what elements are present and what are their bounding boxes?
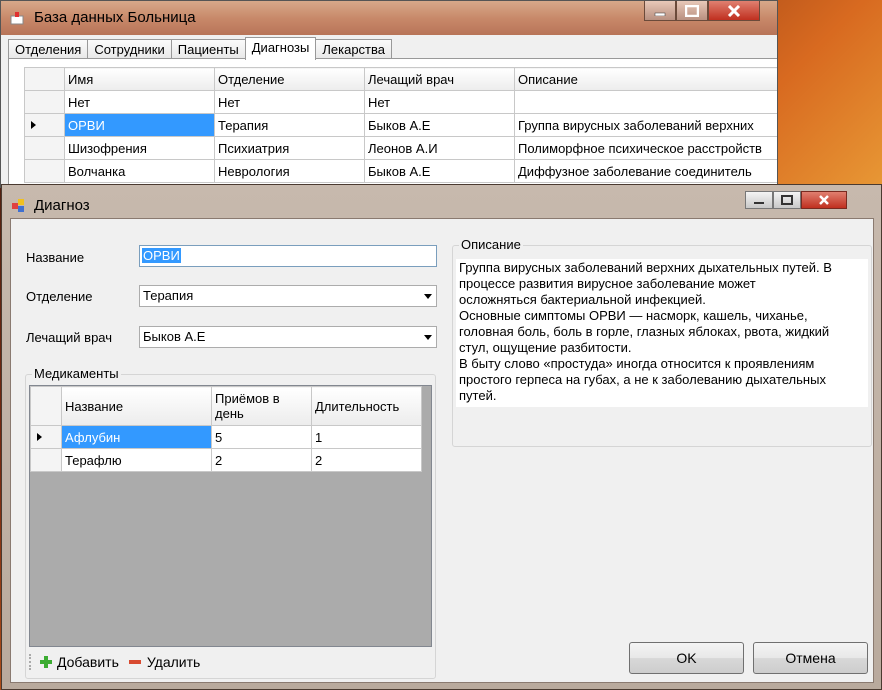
row-header[interactable] <box>30 425 62 449</box>
column-header-duration[interactable]: Длительность <box>311 386 422 426</box>
name-input-value: ОРВИ <box>142 248 181 263</box>
close-icon <box>819 195 829 205</box>
column-header-med-name[interactable]: Название <box>61 386 212 426</box>
app-icon <box>10 12 24 25</box>
cell-doses-per-day[interactable]: 2 <box>211 448 312 472</box>
cell-duration[interactable]: 2 <box>311 448 422 472</box>
tab-patients[interactable]: Пациенты <box>170 39 246 60</box>
main-window: База данных Больница Отделения Сотрудник… <box>0 0 778 188</box>
doctor-dropdown[interactable]: Быков А.Е <box>139 326 437 348</box>
tab-medicines[interactable]: Лекарства <box>315 39 392 60</box>
medications-label: Медикаменты <box>32 366 121 381</box>
cell-department[interactable]: Терапия <box>214 113 365 137</box>
minimize-icon <box>754 202 764 204</box>
row-header[interactable] <box>24 90 65 114</box>
name-label: Название <box>26 250 85 265</box>
description-label: Описание <box>459 237 523 252</box>
table-row[interactable]: Шизофрения Психиатрия Леонов А.И Полимор… <box>24 136 777 160</box>
dialog-maximize-button[interactable] <box>773 191 801 209</box>
delete-button[interactable]: Удалить <box>147 654 200 670</box>
column-header-department[interactable]: Отделение <box>214 67 365 91</box>
dialog-close-button[interactable] <box>801 191 847 209</box>
tab-departments[interactable]: Отделения <box>8 39 89 60</box>
doctor-dropdown-value: Быков А.Е <box>143 329 206 344</box>
ok-button[interactable]: OK <box>629 642 744 674</box>
row-header-corner <box>24 67 65 91</box>
diagnoses-tab-page: Имя Отделение Лечащий врач Описание Нет … <box>8 58 777 187</box>
dialog-minimize-button[interactable] <box>745 191 773 209</box>
tab-diagnoses[interactable]: Диагнозы <box>244 37 317 60</box>
medications-toolstrip: Добавить Удалить <box>29 652 200 672</box>
cell-name[interactable]: Шизофрения <box>64 136 215 160</box>
diagnosis-dialog: Диагноз Название ОРВИ Отделение Терапия … <box>1 184 882 690</box>
cell-med-name[interactable]: Терафлю <box>61 448 212 472</box>
description-textarea[interactable]: Группа вирусных заболеваний верхних дыха… <box>456 259 868 407</box>
maximize-icon <box>685 4 699 17</box>
cell-name[interactable]: Волчанка <box>64 159 215 183</box>
chevron-down-icon <box>424 335 432 340</box>
cell-doctor[interactable]: Быков А.Е <box>364 159 515 183</box>
cell-doses-per-day[interactable]: 5 <box>211 425 312 449</box>
grid-header-row: Имя Отделение Лечащий врач Описание <box>24 67 777 91</box>
row-header[interactable] <box>30 448 62 472</box>
cell-department[interactable]: Неврология <box>214 159 365 183</box>
department-dropdown[interactable]: Терапия <box>139 285 437 307</box>
medications-grid[interactable]: Название Приёмов в день Длительность Афл… <box>29 385 432 647</box>
department-label: Отделение <box>26 289 93 304</box>
cell-doctor[interactable]: Быков А.Е <box>364 113 515 137</box>
close-button[interactable] <box>708 1 760 21</box>
minimize-icon <box>654 12 666 16</box>
cell-doctor[interactable]: Нет <box>364 90 515 114</box>
table-row[interactable]: Нет Нет Нет <box>24 90 777 114</box>
column-header-name[interactable]: Имя <box>64 67 215 91</box>
cancel-button[interactable]: Отмена <box>753 642 868 674</box>
main-window-title: База данных Больница <box>34 9 196 26</box>
dialog-app-icon <box>12 199 24 212</box>
column-header-description[interactable]: Описание <box>514 67 777 91</box>
cell-description[interactable] <box>514 90 777 114</box>
cell-department[interactable]: Нет <box>214 90 365 114</box>
current-row-arrow-icon <box>37 433 42 441</box>
table-row[interactable]: Афлубин 5 1 <box>30 425 422 449</box>
row-header-corner <box>30 386 62 426</box>
chevron-down-icon <box>424 294 432 299</box>
cell-name[interactable]: Нет <box>64 90 215 114</box>
grid-header-row: Название Приёмов в день Длительность <box>30 386 422 426</box>
cell-description[interactable]: Группа вирусных заболеваний верхних <box>514 113 777 137</box>
tab-employees[interactable]: Сотрудники <box>87 39 172 60</box>
cell-description[interactable]: Полиморфное психическое расстройств <box>514 136 777 160</box>
main-titlebar[interactable]: База данных Больница <box>1 1 777 35</box>
diagnoses-grid[interactable]: Имя Отделение Лечащий врач Описание Нет … <box>24 67 777 183</box>
column-header-doctor[interactable]: Лечащий врач <box>364 67 515 91</box>
department-dropdown-value: Терапия <box>143 288 194 303</box>
cell-name[interactable]: ОРВИ <box>64 113 215 137</box>
maximize-button[interactable] <box>676 1 708 21</box>
row-header[interactable] <box>24 113 65 137</box>
column-header-doses-per-day[interactable]: Приёмов в день <box>211 386 312 426</box>
name-input[interactable]: ОРВИ <box>139 245 437 267</box>
cell-description[interactable]: Диффузное заболевание соединитель <box>514 159 777 183</box>
minus-icon <box>128 660 141 664</box>
dialog-title: Диагноз <box>34 197 90 214</box>
table-row[interactable]: ОРВИ Терапия Быков А.Е Группа вирусных з… <box>24 113 777 137</box>
maximize-icon <box>781 195 793 205</box>
row-header[interactable] <box>24 136 65 160</box>
table-row[interactable]: Терафлю 2 2 <box>30 448 422 472</box>
close-icon <box>727 4 741 17</box>
plus-icon <box>40 656 52 668</box>
toolstrip-grip[interactable] <box>29 654 34 670</box>
main-tabs: Отделения Сотрудники Пациенты Диагнозы Л… <box>8 37 392 60</box>
medications-table: Название Приёмов в день Длительность Афл… <box>30 386 422 472</box>
doctor-label: Лечащий врач <box>26 330 113 345</box>
current-row-arrow-icon <box>31 121 36 129</box>
cell-med-name[interactable]: Афлубин <box>61 425 212 449</box>
cell-doctor[interactable]: Леонов А.И <box>364 136 515 160</box>
cell-duration[interactable]: 1 <box>311 425 422 449</box>
row-header[interactable] <box>24 159 65 183</box>
add-button[interactable]: Добавить <box>57 654 119 670</box>
dialog-client-area: Название ОРВИ Отделение Терапия Лечащий … <box>10 218 874 683</box>
cell-department[interactable]: Психиатрия <box>214 136 365 160</box>
table-row[interactable]: Волчанка Неврология Быков А.Е Диффузное … <box>24 159 777 183</box>
minimize-button[interactable] <box>644 1 676 21</box>
